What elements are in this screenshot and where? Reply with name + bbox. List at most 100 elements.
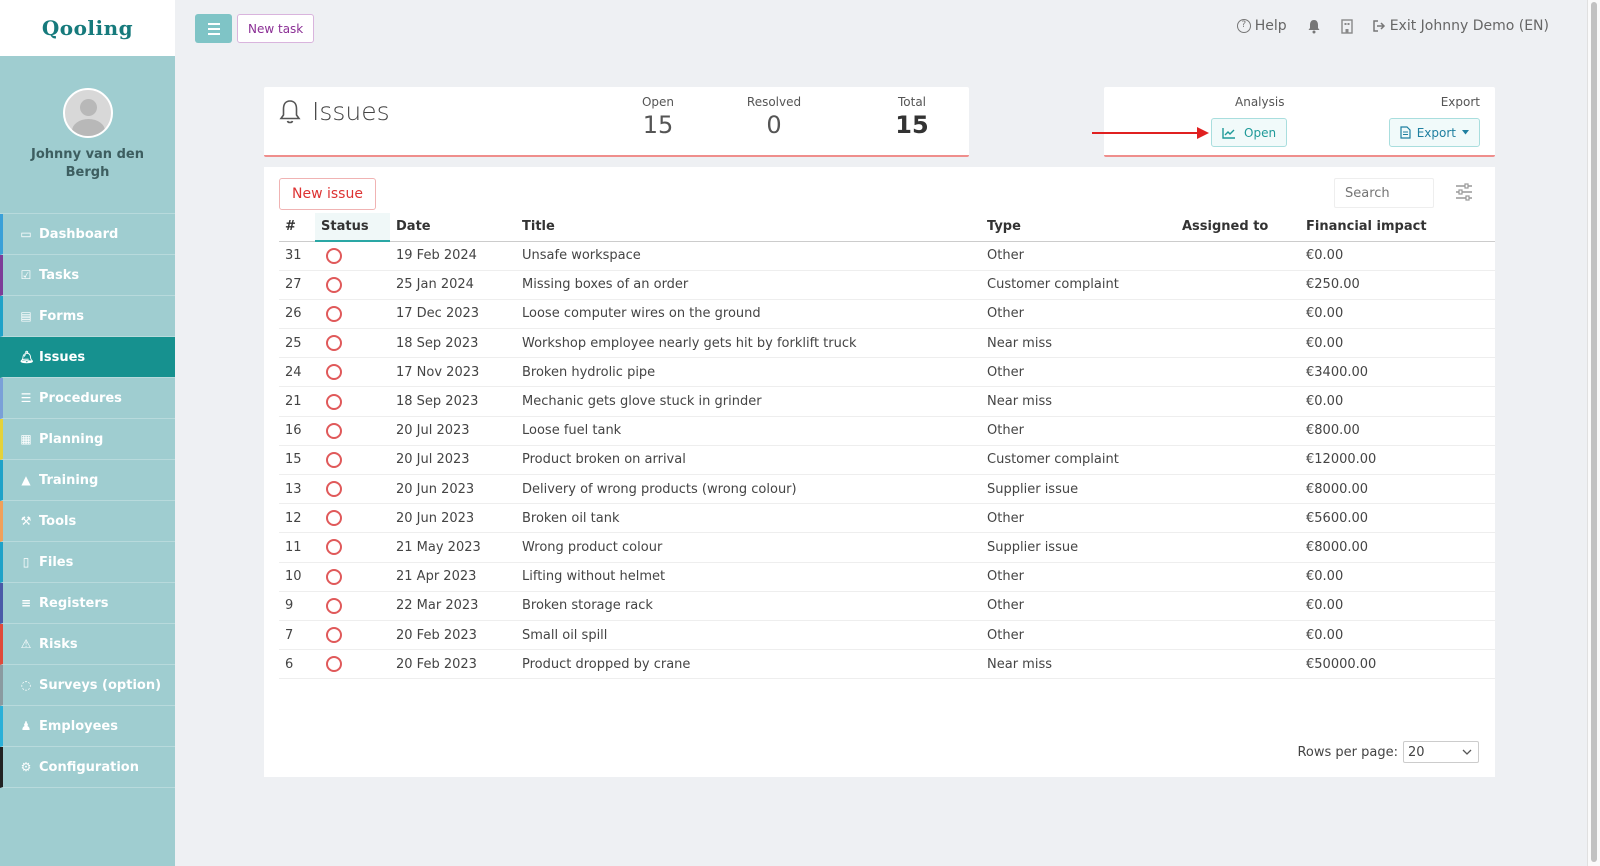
- filter-settings-icon[interactable]: [1454, 181, 1474, 203]
- sidebar-item-label: Files: [39, 554, 74, 570]
- column-header-financial-impact[interactable]: Financial impact: [1300, 213, 1495, 242]
- status-open-circle-icon[interactable]: [326, 276, 342, 293]
- export-dropdown-button[interactable]: Export: [1388, 118, 1480, 147]
- table-row[interactable]: 9 22 Mar 2023 Broken storage rack Other €0.0…: [279, 591, 1495, 621]
- sidebar-item-tasks[interactable]: ☑ Tasks: [0, 255, 175, 296]
- cell-number: 10: [279, 562, 315, 592]
- rows-per-page-select[interactable]: 20: [1403, 741, 1479, 763]
- cell-financial-impact: €0.00: [1300, 386, 1495, 417]
- status-open-circle-icon[interactable]: [326, 656, 342, 673]
- sidebar-item-configuration[interactable]: ⚙ Configuration: [0, 747, 175, 788]
- status-open-circle-icon[interactable]: [326, 364, 342, 381]
- cell-type: Customer complaint: [981, 445, 1176, 476]
- status-open-circle-icon[interactable]: [326, 481, 342, 498]
- hamburger-menu-button[interactable]: [195, 14, 232, 43]
- column-header-title[interactable]: Title: [516, 213, 981, 242]
- help-link[interactable]: ? Help: [1236, 18, 1287, 34]
- sidebar-item-registers[interactable]: ≡ Registers: [0, 583, 175, 624]
- sidebar-item-label: Training: [39, 472, 99, 488]
- rows-per-page-control: Rows per page: 20: [1297, 741, 1479, 763]
- cell-number: 31: [279, 241, 315, 271]
- table-row[interactable]: 27 25 Jan 2024 Missing boxes of an order Cu…: [279, 270, 1495, 300]
- table-row[interactable]: 25 18 Sep 2023 Workshop employee nearly ge…: [279, 328, 1495, 359]
- cell-title: Broken storage rack: [516, 591, 981, 621]
- table-row[interactable]: 26 17 Dec 2023 Loose computer wires on the…: [279, 299, 1495, 330]
- cell-status: [315, 328, 390, 359]
- status-open-circle-icon[interactable]: [326, 393, 342, 410]
- sidebar-item-procedures[interactable]: ☰ Procedures: [0, 378, 175, 419]
- table-row[interactable]: 6 20 Feb 2023 Product dropped by crane Near…: [279, 649, 1495, 680]
- table-row[interactable]: 13 20 Jun 2023 Delivery of wrong products …: [279, 474, 1495, 505]
- sidebar-item-forms[interactable]: ▤ Forms: [0, 296, 175, 337]
- table-row[interactable]: 24 17 Nov 2023 Broken hydrolic pipe Other €3…: [279, 357, 1495, 388]
- cell-financial-impact: €0.00: [1300, 562, 1495, 592]
- table-row[interactable]: 31 19 Feb 2024 Unsafe workspace Other €0.00: [279, 241, 1495, 271]
- new-issue-button[interactable]: New issue: [279, 178, 376, 210]
- table-row[interactable]: 10 21 Apr 2023 Lifting without helmet Other…: [279, 562, 1495, 592]
- notifications-button[interactable]: [1307, 19, 1321, 34]
- status-open-circle-icon[interactable]: [326, 510, 342, 527]
- new-task-button[interactable]: New task: [237, 14, 315, 43]
- sidebar-item-planning[interactable]: ▦ Planning: [0, 419, 175, 460]
- cell-title: Product broken on arrival: [516, 445, 981, 476]
- caret-down-icon: [1462, 130, 1469, 135]
- sidebar-item-employees[interactable]: ♟ Employees: [0, 706, 175, 747]
- sidebar-item-surveys-option[interactable]: ◌ Surveys (option): [0, 665, 175, 706]
- column-header-status[interactable]: Status: [315, 213, 390, 242]
- table-row[interactable]: 11 21 May 2023 Wrong product colour Supplie…: [279, 532, 1495, 563]
- sidebar-item-dashboard[interactable]: ▭ Dashboard: [0, 214, 175, 255]
- line-chart-icon: [1222, 127, 1235, 139]
- table-row[interactable]: 7 20 Feb 2023 Small oil spill Other €0.00: [279, 620, 1495, 651]
- cell-type: Other: [981, 299, 1176, 330]
- cell-assigned-to: [1176, 270, 1300, 300]
- brand-logo[interactable]: Qooling: [0, 0, 175, 56]
- cell-type: Other: [981, 503, 1176, 534]
- cell-financial-impact: €0.00: [1300, 591, 1495, 621]
- sidebar-item-risks[interactable]: ⚠ Risks: [0, 624, 175, 665]
- cell-date: 18 Sep 2023: [390, 386, 516, 417]
- table-row[interactable]: 16 20 Jul 2023 Loose fuel tank Other €800.00: [279, 416, 1495, 446]
- cell-date: 20 Jul 2023: [390, 445, 516, 476]
- page-title: Issues: [278, 97, 390, 126]
- sidebar-item-label: Procedures: [39, 390, 122, 406]
- page-scrollbar[interactable]: [1587, 0, 1600, 866]
- cell-number: 12: [279, 503, 315, 534]
- total-count-stat: Total 15: [890, 95, 934, 139]
- sidebar-item-tools[interactable]: ⚒ Tools: [0, 501, 175, 542]
- status-open-circle-icon[interactable]: [326, 451, 342, 468]
- status-open-circle-icon[interactable]: [326, 568, 342, 585]
- table-row[interactable]: 21 18 Sep 2023 Mechanic gets glove stuck i…: [279, 386, 1495, 417]
- status-open-circle-icon[interactable]: [326, 597, 342, 614]
- cell-number: 13: [279, 474, 315, 505]
- scrollbar-thumb[interactable]: [1591, 2, 1597, 862]
- status-open-circle-icon[interactable]: [326, 422, 342, 439]
- building-button[interactable]: [1340, 18, 1353, 34]
- logo-text: Qooling: [41, 16, 134, 40]
- column-header-number[interactable]: #: [279, 213, 315, 242]
- exit-demo-link[interactable]: Exit Johnny Demo (EN): [1372, 18, 1549, 34]
- status-open-circle-icon[interactable]: [326, 247, 342, 264]
- column-header-type[interactable]: Type: [981, 213, 1176, 242]
- table-row[interactable]: 15 20 Jul 2023 Product broken on arrival Cu…: [279, 445, 1495, 476]
- sidebar-item-training[interactable]: ▲ Training: [0, 460, 175, 501]
- export-button-label: Export: [1416, 125, 1456, 140]
- open-analysis-button[interactable]: Open: [1211, 118, 1288, 147]
- cell-assigned-to: [1176, 532, 1300, 563]
- sidebar-item-issues[interactable]: 🔔︎ Issues: [0, 337, 175, 378]
- cell-financial-impact: €0.00: [1300, 328, 1495, 359]
- cell-assigned-to: [1176, 241, 1300, 271]
- avatar[interactable]: [62, 88, 113, 138]
- analysis-label: Analysis: [1235, 95, 1285, 109]
- column-header-date[interactable]: Date: [390, 213, 516, 242]
- column-header-assigned-to[interactable]: Assigned to: [1176, 213, 1300, 242]
- users-icon: ♟: [20, 719, 32, 733]
- table-row[interactable]: 12 20 Jun 2023 Broken oil tank Other €5600.0…: [279, 503, 1495, 534]
- status-open-circle-icon[interactable]: [326, 627, 342, 644]
- cell-title: Product dropped by crane: [516, 649, 981, 680]
- status-open-circle-icon[interactable]: [326, 539, 342, 556]
- cell-date: 21 Apr 2023: [390, 562, 516, 592]
- status-open-circle-icon[interactable]: [326, 305, 342, 322]
- search-input[interactable]: [1334, 178, 1434, 208]
- sidebar-item-files[interactable]: ▯ Files: [0, 542, 175, 583]
- status-open-circle-icon[interactable]: [326, 335, 342, 352]
